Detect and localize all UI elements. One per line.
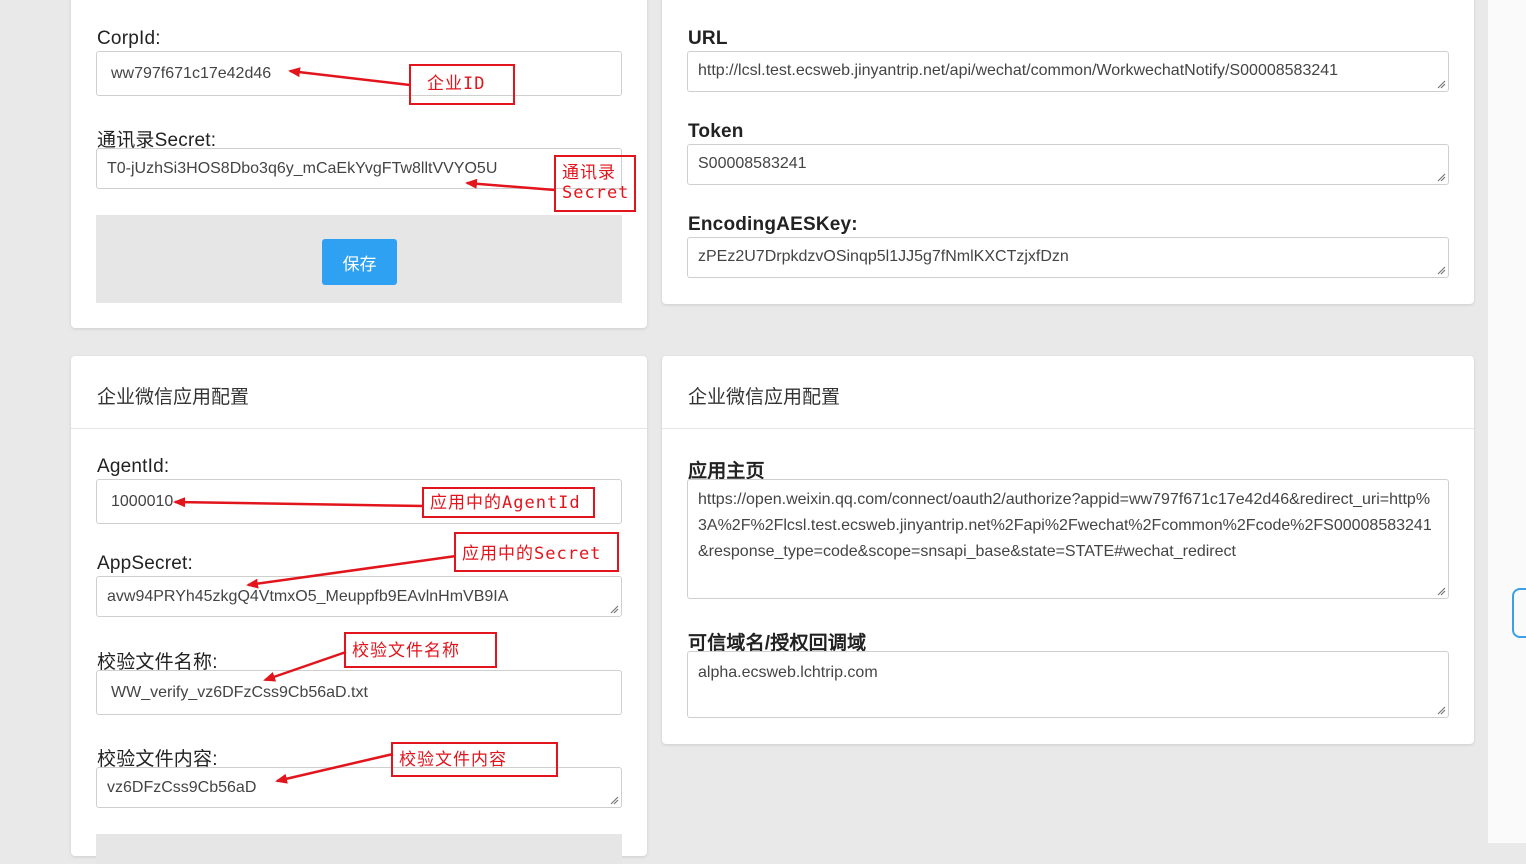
appsecret-textarea[interactable]: avw94PRYh45zkgQ4VtmxO5_Meuppfb9EAvlnHmVB… [96,576,622,617]
token-textarea[interactable]: S00008583241 [687,144,1449,185]
save-button[interactable]: 保存 [322,239,397,285]
corpid-input[interactable]: ww797f671c17e42d46 [96,51,622,96]
aes-key-textarea[interactable]: zPEz2U7DrpkdzvOSinqp5l1JJ5g7fNmlKXCTzjxf… [687,237,1449,278]
app-config-card-left: 企业微信应用配置 AgentId: 1000010 AppSecret: avw… [71,356,647,864]
homepage-textarea[interactable]: https://open.weixin.qq.com/connect/oauth… [687,479,1449,599]
callback-settings-card: URL http://lcsl.test.ecsweb.jinyantrip.n… [662,0,1474,304]
corpid-label: CorpId: [97,28,161,49]
card-title: 企业微信应用配置 [688,387,841,408]
appsecret-value: avw94PRYh45zkgQ4VtmxO5_Meuppfb9EAvlnHmVB… [107,588,509,605]
annotation-agentid: 应用中的AgentId [422,487,595,518]
card-header: 企业微信应用配置 [662,356,1474,429]
scrollbar-track[interactable] [1488,0,1526,843]
trusted-domain-value: alpha.ecsweb.lchtrip.com [698,664,878,681]
resize-handle-icon[interactable] [1436,586,1446,596]
aes-key-value: zPEz2U7DrpkdzvOSinqp5l1JJ5g7fNmlKXCTzjxf… [698,248,1069,265]
url-textarea[interactable]: http://lcsl.test.ecsweb.jinyantrip.net/a… [687,51,1449,92]
homepage-value: https://open.weixin.qq.com/connect/oauth… [698,491,1432,560]
appsecret-label: AppSecret: [97,553,193,574]
token-value: S00008583241 [698,155,807,172]
resize-handle-icon[interactable] [609,795,619,805]
annotation-verify-name: 校验文件名称 [344,632,497,668]
feedback-icon[interactable] [1512,588,1526,638]
card-title: 企业微信应用配置 [97,387,250,408]
secret-textarea[interactable]: T0-jUzhSi3HOS8Dbo3q6y_mCaEkYvgFTw8lltVVY… [96,148,622,189]
annotation-corpid: 企业ID [409,64,515,105]
corpid-value: ww797f671c17e42d46 [111,64,272,82]
agentid-label: AgentId: [97,456,170,477]
verify-file-content-value: vz6DFzCss9Cb56aD [107,779,257,796]
button-area [96,834,622,864]
verify-file-name-value: WW_verify_vz6DFzCss9Cb56aD.txt [111,683,368,701]
secret-value: T0-jUzhSi3HOS8Dbo3q6y_mCaEkYvgFTw8lltVVY… [107,160,498,177]
annotation-appsecret: 应用中的Secret [454,532,619,572]
save-button-area: 保存 [96,215,622,303]
card-header: 企业微信应用配置 [71,356,647,429]
resize-handle-icon[interactable] [1436,172,1446,182]
agentid-value: 1000010 [111,492,174,510]
url-value: http://lcsl.test.ecsweb.jinyantrip.net/a… [698,62,1339,79]
aes-key-label: EncodingAESKey: [688,214,858,235]
url-label: URL [688,28,728,49]
resize-handle-icon[interactable] [1436,265,1446,275]
resize-handle-icon[interactable] [1436,79,1446,89]
trusted-domain-textarea[interactable]: alpha.ecsweb.lchtrip.com [687,651,1449,718]
verify-file-name-input[interactable]: WW_verify_vz6DFzCss9Cb56aD.txt [96,670,622,715]
resize-handle-icon[interactable] [609,604,619,614]
annotation-verify-content: 校验文件内容 [391,742,558,777]
token-label: Token [688,121,744,142]
app-config-card-right: 企业微信应用配置 应用主页 https://open.weixin.qq.com… [662,356,1474,744]
annotation-secret: 通讯录 Secret [554,155,636,212]
resize-handle-icon[interactable] [1436,705,1446,715]
